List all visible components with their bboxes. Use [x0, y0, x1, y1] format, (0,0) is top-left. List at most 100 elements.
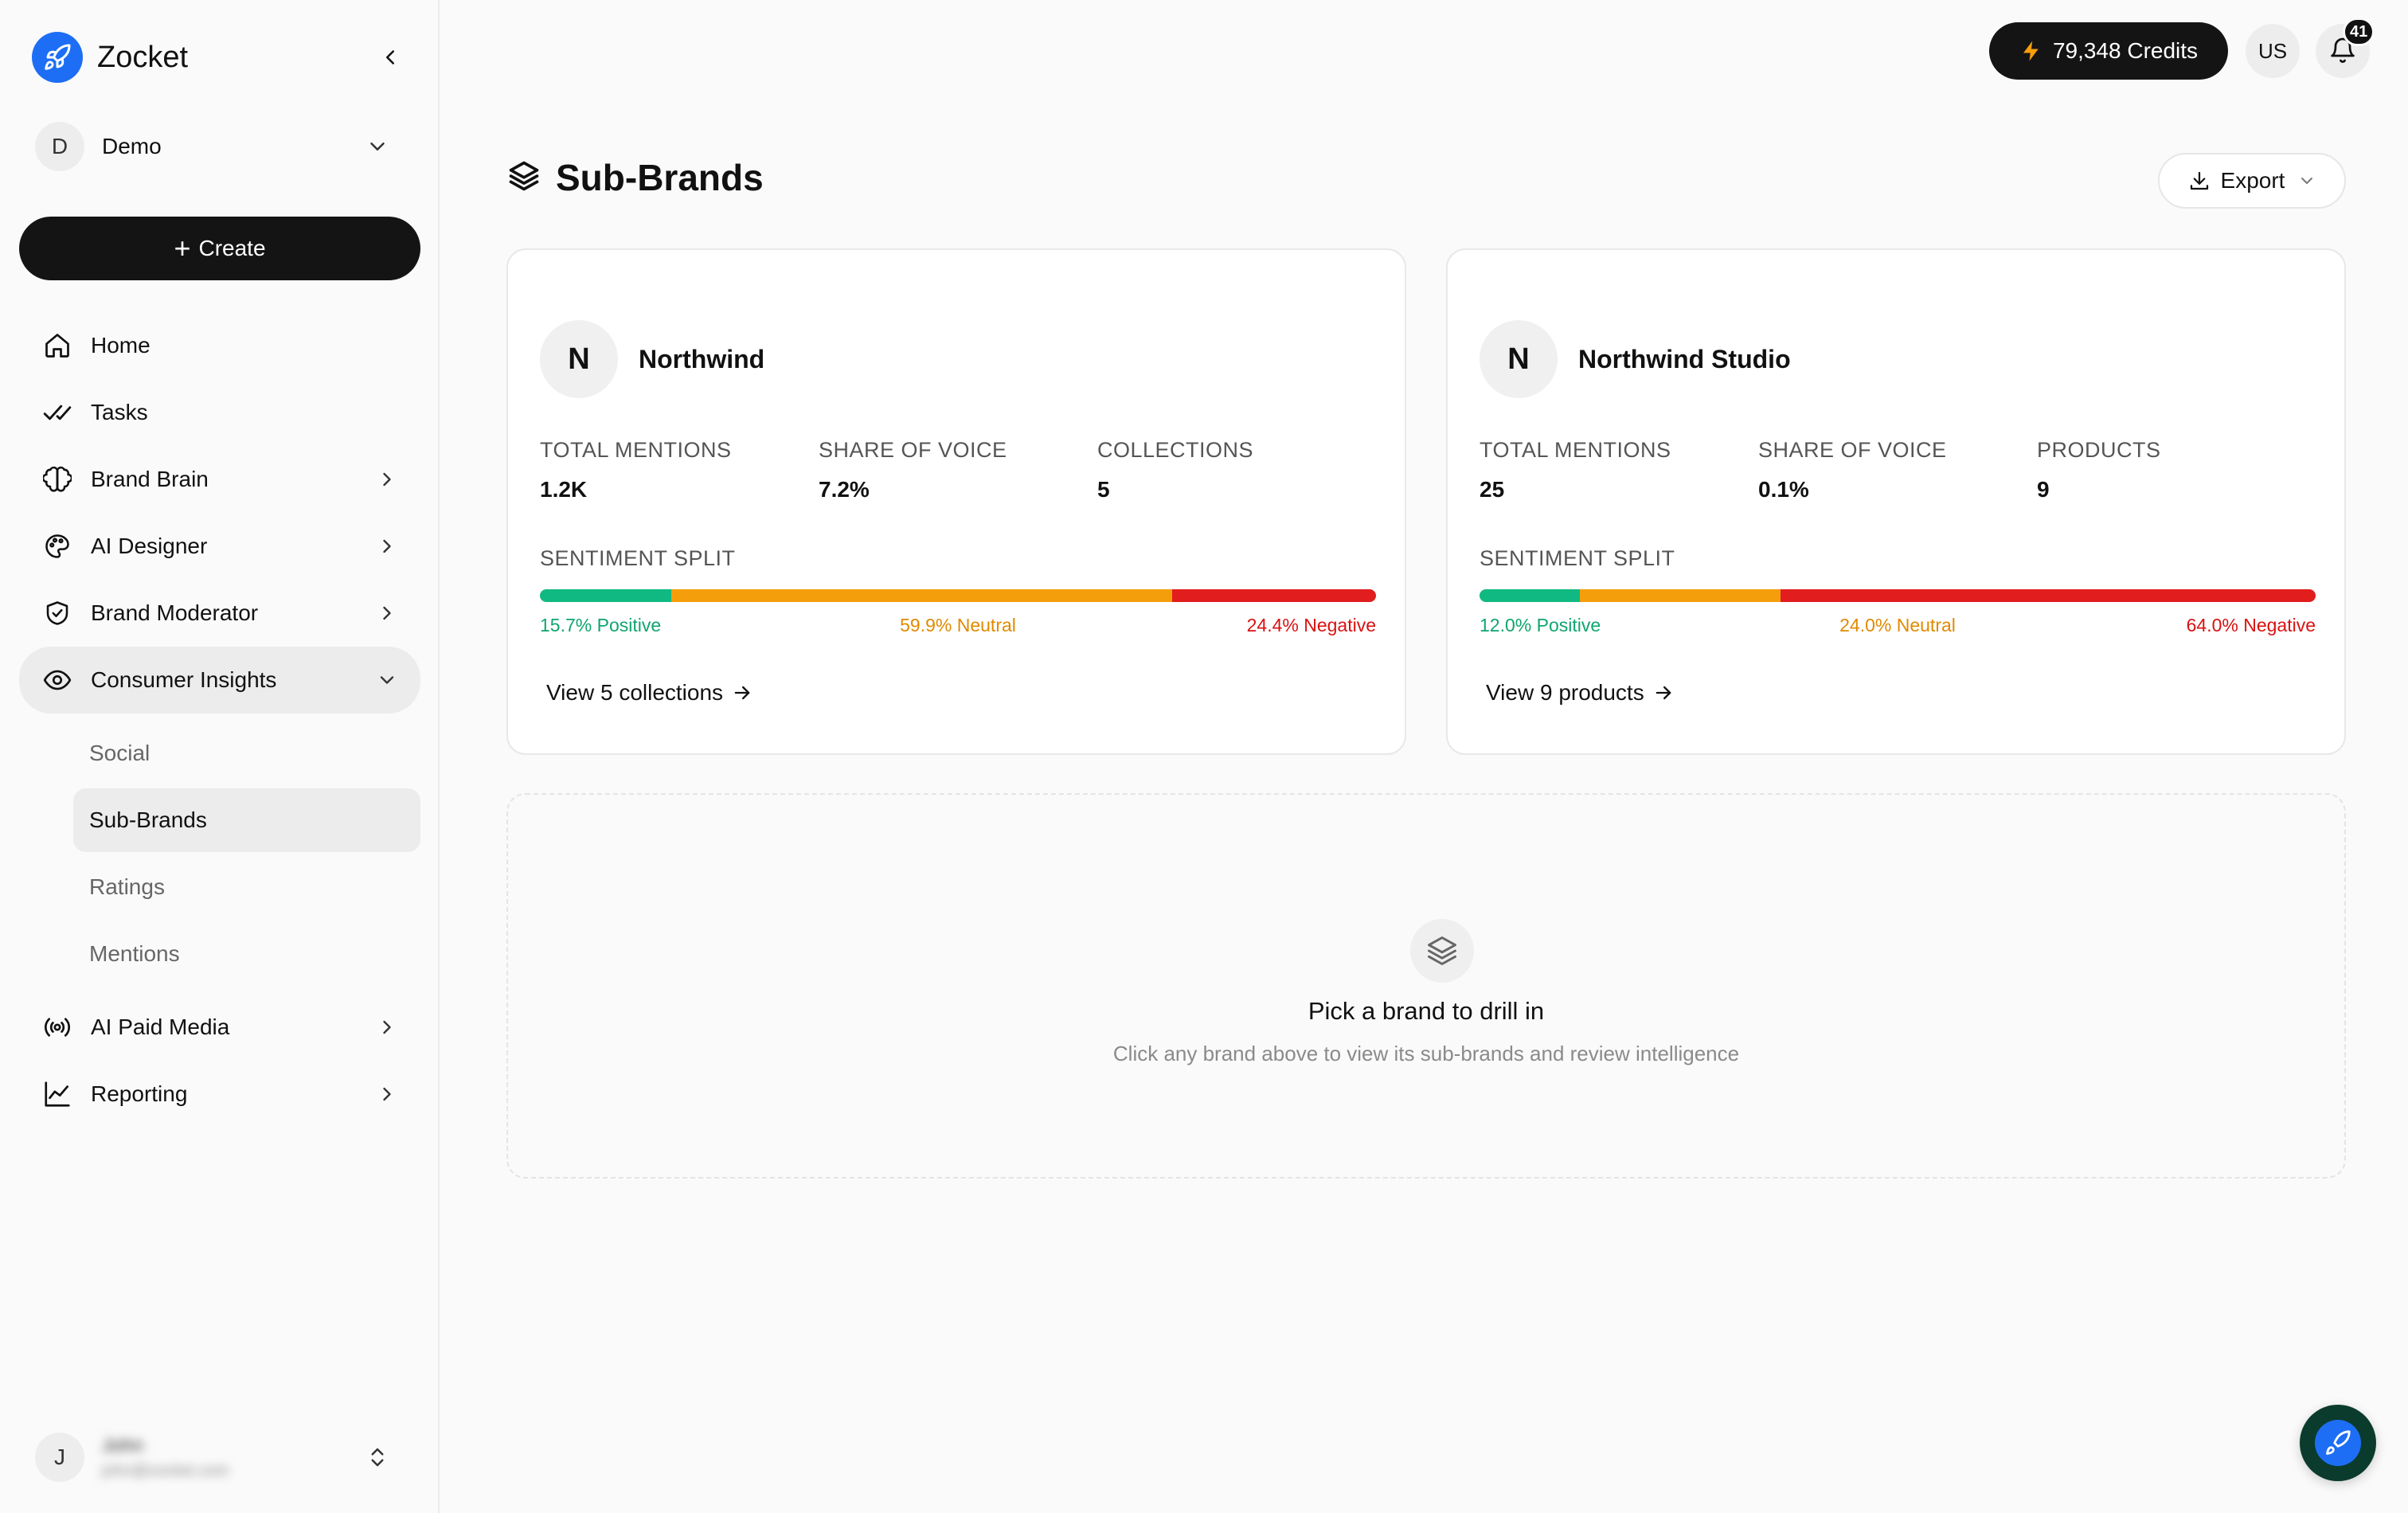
- sentiment-neutral-segment: [1580, 589, 1781, 602]
- chevron-down-icon: [2301, 178, 2313, 184]
- sidebar-item-label: AI Designer: [91, 534, 208, 558]
- line-chart-icon: [41, 1078, 73, 1110]
- sidebar-item-ai-designer[interactable]: AI Designer: [19, 513, 420, 580]
- metric-label: TOTAL MENTIONS: [1480, 438, 1671, 462]
- brand-card-northwind[interactable]: N Northwind TOTAL MENTIONS 1.2K SHARE OF…: [506, 248, 1406, 755]
- shield-check-icon: [41, 597, 73, 629]
- sidebar-item-brand-brain[interactable]: Brand Brain: [19, 446, 420, 513]
- logo-row: Zocket: [32, 30, 408, 84]
- sidebar-item-brand-moderator[interactable]: Brand Moderator: [19, 580, 420, 647]
- metric-label: SHARE OF VOICE: [819, 438, 1007, 462]
- subnav-item-mentions[interactable]: Mentions: [73, 922, 420, 986]
- sidebar-item-consumer-insights[interactable]: Consumer Insights: [19, 647, 420, 713]
- metric-value: 9: [2037, 477, 2050, 502]
- workspace-switcher[interactable]: D Demo: [35, 121, 408, 172]
- main-content: 79,348 Credits US 41 Sub-Brands Export N…: [440, 0, 2408, 1513]
- view-collections-link[interactable]: View 5 collections: [546, 680, 753, 706]
- download-icon: [2190, 171, 2208, 190]
- sentiment-negative-text: 64.0% Negative: [2186, 615, 2316, 635]
- eye-icon: [41, 664, 73, 696]
- sentiment-negative-segment: [1171, 589, 1376, 602]
- metric-value: 7.2%: [819, 477, 870, 502]
- chevron-right-icon: [369, 596, 405, 631]
- brand-card-northwind-studio[interactable]: N Northwind Studio TOTAL MENTIONS 25 SHA…: [1446, 248, 2346, 755]
- user-avatar: J: [35, 1433, 84, 1482]
- brain-icon: [41, 463, 73, 495]
- sentiment-neutral-text: 59.9% Neutral: [900, 615, 1016, 635]
- chevron-right-icon: [369, 462, 405, 497]
- metric-value: 0.1%: [1758, 477, 1809, 502]
- credits-button[interactable]: 79,348 Credits: [1989, 22, 2228, 80]
- brand-metrics: TOTAL MENTIONS 1.2K SHARE OF VOICE 7.2% …: [540, 438, 1376, 502]
- lightning-icon: [2019, 39, 2043, 63]
- page-header: Sub-Brands: [506, 156, 764, 199]
- notification-count-badge: 41: [2343, 18, 2375, 46]
- view-products-link[interactable]: View 9 products: [1486, 680, 1675, 706]
- metric-value: 25: [1480, 477, 1505, 502]
- view-link-label: View 9 products: [1486, 680, 1644, 705]
- sidebar-item-reporting[interactable]: Reporting: [19, 1061, 420, 1128]
- chevron-right-icon: [369, 1077, 405, 1112]
- sentiment-neutral-segment: [670, 589, 1172, 602]
- sentiment-bar: [1480, 589, 2316, 602]
- brand-metrics: TOTAL MENTIONS 25 SHARE OF VOICE 0.1% PR…: [1480, 438, 2316, 502]
- brand-name: Northwind: [639, 344, 765, 373]
- user-menu[interactable]: J John john@zocket.com: [35, 1430, 408, 1484]
- locale-button[interactable]: US: [2246, 24, 2300, 78]
- brand-avatar: N: [540, 320, 618, 398]
- metric-label: PRODUCTS: [2037, 438, 2161, 462]
- consumer-insights-subnav: Social Sub-Brands Ratings Mentions: [19, 721, 420, 986]
- create-button[interactable]: + Create: [19, 217, 420, 280]
- metric-total-mentions: TOTAL MENTIONS 25: [1480, 438, 1758, 502]
- metric-products: PRODUCTS 9: [2037, 438, 2316, 502]
- sentiment-negative-segment: [1781, 589, 2316, 602]
- assistant-launcher-button[interactable]: [2300, 1405, 2376, 1481]
- brand-header: N Northwind Studio: [1480, 320, 1791, 398]
- sentiment-bar: [540, 589, 1376, 602]
- sidebar-item-home[interactable]: Home: [19, 312, 420, 379]
- user-name: John: [102, 1434, 144, 1456]
- chevron-down-icon: [360, 129, 395, 164]
- empty-state-subtitle: Click any brand above to view its sub-br…: [1112, 1042, 1740, 1065]
- home-icon: [41, 330, 73, 362]
- credits-label: 79,348 Credits: [2052, 38, 2199, 63]
- chevron-right-icon: [369, 529, 405, 564]
- view-link-label: View 5 collections: [546, 680, 724, 705]
- arrow-right-icon: [1652, 682, 1675, 704]
- metric-label: TOTAL MENTIONS: [540, 438, 732, 462]
- sentiment-positive-text: 15.7% Positive: [540, 615, 662, 635]
- metric-value: 1.2K: [540, 477, 588, 502]
- sidebar-item-tasks[interactable]: Tasks: [19, 379, 420, 446]
- create-label: Create: [198, 236, 266, 260]
- brand-avatar: N: [1480, 320, 1558, 398]
- export-button[interactable]: Export: [2158, 153, 2346, 209]
- brand-header: N Northwind: [540, 320, 764, 398]
- chevron-left-icon: [386, 50, 394, 65]
- subnav-item-ratings[interactable]: Ratings: [73, 855, 420, 919]
- layers-icon: [506, 158, 541, 197]
- layers-icon: [1410, 919, 1474, 983]
- collapse-sidebar-button[interactable]: [373, 40, 408, 75]
- metric-label: COLLECTIONS: [1097, 438, 1254, 462]
- rocket-icon: [2315, 1420, 2361, 1466]
- double-check-icon: [41, 397, 73, 428]
- user-info: John john@zocket.com: [102, 1435, 229, 1480]
- metric-collections: COLLECTIONS 5: [1097, 438, 1376, 502]
- sentiment-positive-text: 12.0% Positive: [1480, 615, 1601, 635]
- metric-value: 5: [1097, 477, 1110, 502]
- workspace-avatar: D: [35, 122, 84, 171]
- subnav-item-sub-brands[interactable]: Sub-Brands: [73, 788, 420, 852]
- sidebar-item-label: Reporting: [91, 1081, 188, 1106]
- workspace-name: Demo: [102, 134, 162, 158]
- sentiment-negative-text: 24.4% Negative: [1246, 615, 1376, 635]
- metric-label: SHARE OF VOICE: [1758, 438, 1947, 462]
- sentiment-positive-segment: [1480, 589, 1580, 602]
- empty-state-title: Pick a brand to drill in: [1308, 997, 1545, 1025]
- sidebar-item-label: Tasks: [91, 400, 148, 424]
- app-name: Zocket: [97, 40, 189, 74]
- palette-icon: [41, 530, 73, 562]
- sidebar-item-label: Brand Brain: [91, 467, 209, 491]
- subnav-item-social[interactable]: Social: [73, 721, 420, 785]
- sidebar-item-ai-paid-media[interactable]: AI Paid Media: [19, 994, 420, 1061]
- sentiment-neutral-text: 24.0% Neutral: [1839, 615, 1956, 635]
